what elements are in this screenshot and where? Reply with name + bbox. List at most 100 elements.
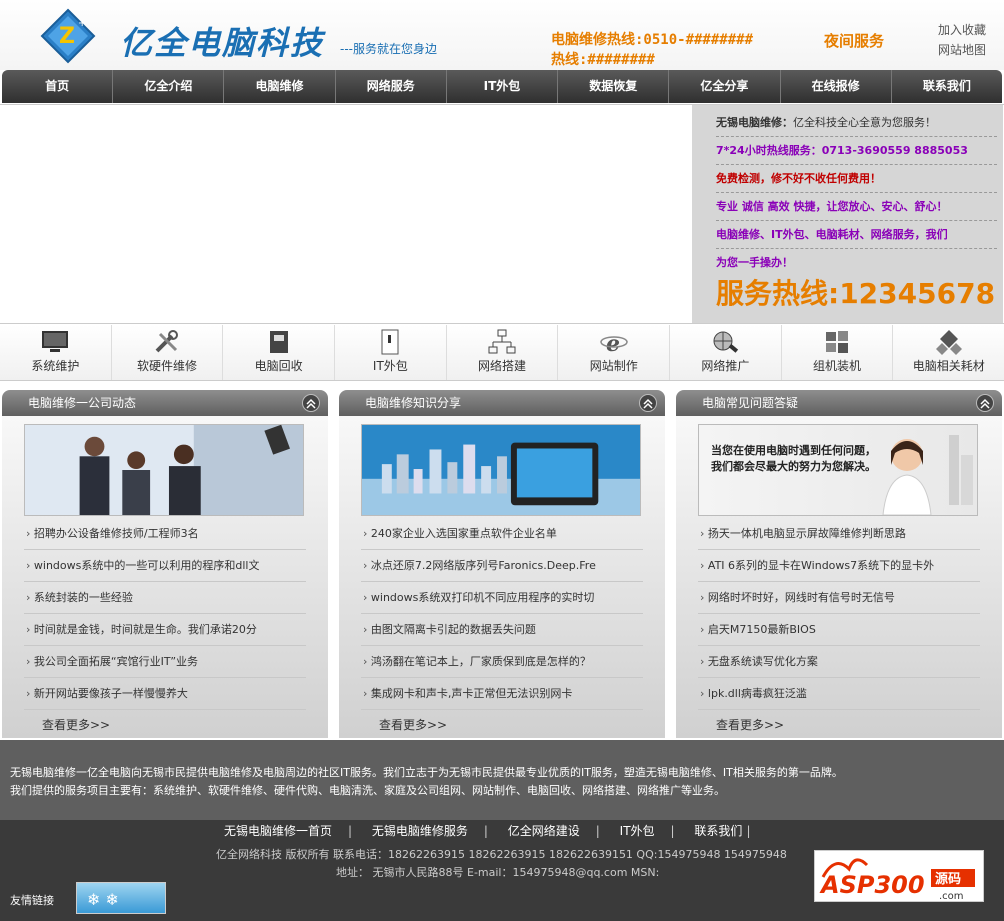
list-item[interactable]: 240家企业入选国家重点软件企业名单 <box>361 518 643 550</box>
service-web-design[interactable]: e 网站制作 <box>558 325 671 380</box>
footer-link-network[interactable]: 亿全网络建设 <box>508 824 580 838</box>
nav-item-share[interactable]: 亿全分享 <box>669 70 781 103</box>
nav-item-online-repair[interactable]: 在线报修 <box>781 70 892 103</box>
logo-icon[interactable]: Z + <box>40 8 96 64</box>
night-service: 夜间服务 <box>824 32 885 50</box>
service-supplies[interactable]: 电脑相关耗材 <box>893 325 1004 380</box>
list-item[interactable]: 集成网卡和声卡,声卡正常但无法识别网卡 <box>361 678 643 710</box>
list-item[interactable]: 启天M7150最新BIOS <box>698 614 980 646</box>
nav-item-it-outsourcing[interactable]: IT外包 <box>447 70 559 103</box>
list-item[interactable]: 由图文隔离卡引起的数据丢失问题 <box>361 614 643 646</box>
support-text-2: 我们都会尽最大的努力为您解决。 <box>711 460 876 473</box>
hotline-line-2: 热线:######## <box>551 52 655 68</box>
city-monitor-image <box>361 424 641 516</box>
list-item[interactable]: windows系统双打印机不同应用程序的实时切 <box>361 582 643 614</box>
service-system-maintenance[interactable]: 系统维护 <box>0 325 112 380</box>
address: 地址： 无锡市人民路88号 E-mail：154975948@qq.com MS… <box>336 866 660 879</box>
more-link[interactable]: 查看更多>> <box>379 716 447 733</box>
service-hardware-repair[interactable]: 软硬件维修 <box>112 325 224 380</box>
column-body: 240家企业入选国家重点软件企业名单 冰点还原7.2网络版序列号Faronics… <box>339 416 665 738</box>
friend-link-banner[interactable]: ❄ ❄ <box>76 882 166 914</box>
list-item[interactable]: 无盘系统读写优化方案 <box>698 646 980 678</box>
footer-link-contact[interactable]: 联系我们 <box>694 824 742 838</box>
recycle-box-icon <box>269 331 288 353</box>
about-text-2: 我们提供的服务项目主要有：系统维护、软硬件维修、硬件代购、电脑清洗、家庭及公司组… <box>10 784 725 797</box>
list-item[interactable]: 冰点还原7.2网络版序列号Faronics.Deep.Fre <box>361 550 643 582</box>
friend-links-label: 友情链接 <box>10 894 54 907</box>
service-web-promotion[interactable]: 网络推广 <box>670 325 782 380</box>
svg-text:+: + <box>78 18 86 29</box>
footer-links: 无锡电脑维修一首页 | 无锡电脑维修服务 | 亿全网络建设 | IT外包 | 联系我们 | <box>224 822 766 839</box>
nav-item-about[interactable]: 亿全介绍 <box>113 70 225 103</box>
copyright: 亿全网络科技 版权所有 联系电话：18262263915 18262263915… <box>216 848 787 861</box>
list-item[interactable]: 扬天一体机电脑显示屏故障维修判断思路 <box>698 518 980 550</box>
nav-item-network[interactable]: 网络服务 <box>336 70 447 103</box>
top-links: 加入收藏 网站地图 <box>938 20 986 60</box>
collapse-icon[interactable] <box>639 394 657 412</box>
list-item[interactable]: 系统封装的一些经验 <box>24 582 306 614</box>
site-map-link[interactable]: 网站地图 <box>938 40 986 60</box>
banner-line-4: 专业 诚信 高效 快捷，让您放心、安心、舒心！ <box>716 193 997 221</box>
main-nav: 首页 亿全介绍 电脑维修 网络服务 IT外包 数据恢复 亿全分享 在线报修 联系… <box>2 70 1002 103</box>
footer-about: 无锡电脑维修一亿全电脑向无锡市民提供电脑维修及电脑周边的社区IT服务。我们立志于… <box>0 740 1004 820</box>
list-item[interactable]: windows系统中的一些可以利用的程序和dll文 <box>24 550 306 582</box>
more-link[interactable]: 查看更多>> <box>42 716 110 733</box>
more-link[interactable]: 查看更多>> <box>716 716 784 733</box>
footer: 无锡电脑维修一首页 | 无锡电脑维修服务 | 亿全网络建设 | IT外包 | 联系我们 |… <box>0 820 1004 921</box>
separator: | <box>483 824 488 838</box>
banner-line-3: 免费检测，修不好不收任何费用！ <box>716 165 997 193</box>
banner-sidebar: 无锡电脑维修：亿全科技全心全意为您服务！ 7*24小时热线服务：0713-369… <box>692 105 1003 323</box>
ie-icon: e <box>599 331 628 355</box>
support-woman-image: 当您在使用电脑时遇到任何问题， 我们都会尽最大的努力为您解决。 <box>698 424 978 516</box>
document-icon <box>381 329 399 355</box>
header: Z + 亿全电脑科技 ---服务就在您身边 电脑维修热线:0510-######… <box>0 0 1004 70</box>
list-item[interactable]: ATI 6系列的显卡在Windows7系统下的显卡外 <box>698 550 980 582</box>
asp300-logo[interactable]: ASP300 源码 .com <box>814 850 984 902</box>
list-item[interactable]: 时间就是金钱，时间就是生命。我们承诺20分 <box>24 614 306 646</box>
service-assembly[interactable]: 组机装机 <box>782 325 894 380</box>
network-icon <box>488 329 516 354</box>
faq-list: 扬天一体机电脑显示屏故障维修判断思路 ATI 6系列的显卡在Windows7系统… <box>698 518 980 710</box>
svg-text:源码: 源码 <box>935 871 961 887</box>
logo-text[interactable]: 亿全电脑科技 <box>120 18 324 64</box>
diamond-icon <box>935 330 962 355</box>
column-title: 电脑维修一公司动态 <box>28 396 137 410</box>
knowledge-list: 240家企业入选国家重点软件企业名单 冰点还原7.2网络版序列号Faronics… <box>361 518 643 710</box>
list-item[interactable]: 鸿汤翻在笔记本上，厂家质保到底是怎样的？ <box>361 646 643 678</box>
banner-image <box>0 105 692 323</box>
svg-text:❄ ❄: ❄ ❄ <box>87 890 119 909</box>
list-item[interactable]: 网络时坏时好，网线时有信号时无信号 <box>698 582 980 614</box>
column-knowledge: 电脑维修知识分享 240家企业入选国家重点软件企业名单 冰点还原7.2网络版序列… <box>339 390 665 738</box>
list-item[interactable]: 新开网站要像孩子一样慢慢养大 <box>24 678 306 710</box>
column-body: 招聘办公设备维修技师/工程师3名 windows系统中的一些可以利用的程序和dl… <box>2 416 328 738</box>
footer-link-it[interactable]: IT外包 <box>620 824 655 838</box>
service-computer-recycle[interactable]: 电脑回收 <box>223 325 336 380</box>
nav-item-repair[interactable]: 电脑维修 <box>224 70 336 103</box>
footer-link-home[interactable]: 无锡电脑维修一首页 <box>224 824 332 838</box>
collapse-icon[interactable] <box>976 394 994 412</box>
svg-text:ASP300: ASP300 <box>819 871 925 899</box>
nav-item-home[interactable]: 首页 <box>2 70 114 103</box>
footer-link-service[interactable]: 无锡电脑维修服务 <box>372 824 468 838</box>
svg-text:Z: Z <box>59 24 75 49</box>
service-it-outsourcing[interactable]: IT外包 <box>335 325 447 380</box>
service-network-building[interactable]: 网络搭建 <box>447 325 559 380</box>
nav-item-contact[interactable]: 联系我们 <box>892 70 1002 103</box>
list-item[interactable]: 招聘办公设备维修技师/工程师3名 <box>24 518 306 550</box>
nav-item-data-recovery[interactable]: 数据恢复 <box>558 70 670 103</box>
add-favorite-link[interactable]: 加入收藏 <box>938 20 986 40</box>
banner-line-2: 7*24小时热线服务：0713-3690559 8885053 <box>716 137 997 165</box>
column-faq: 电脑常见问题答疑 当您在使用电脑时遇到任何问题， 我们都会尽最大的努力为您解决。… <box>676 390 1002 738</box>
list-item[interactable]: lpk.dll病毒疯狂泛滥 <box>698 678 980 710</box>
separator: | <box>348 824 353 838</box>
separator: | <box>670 824 675 838</box>
business-people-image <box>24 424 304 516</box>
about-text-1: 无锡电脑维修一亿全电脑向无锡市民提供电脑维修及电脑周边的社区IT服务。我们立志于… <box>10 766 843 779</box>
list-item[interactable]: 我公司全面拓展“宾馆行业IT”业务 <box>24 646 306 678</box>
collapse-icon[interactable] <box>302 394 320 412</box>
banner: 无锡电脑维修：亿全科技全心全意为您服务！ 7*24小时热线服务：0713-369… <box>0 104 1004 324</box>
page: Z + 亿全电脑科技 ---服务就在您身边 电脑维修热线:0510-######… <box>0 0 1004 921</box>
windows-icon <box>826 331 849 353</box>
svg-text:e: e <box>606 331 620 355</box>
svg-text:.com: .com <box>939 891 964 901</box>
